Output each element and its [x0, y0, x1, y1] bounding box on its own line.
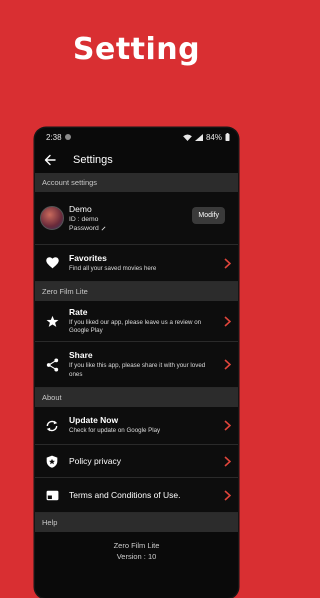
section-account-settings: Account settings	[35, 173, 238, 192]
modify-button[interactable]: Modify	[192, 207, 225, 224]
chevron-right-icon	[223, 359, 231, 370]
section-help: Help	[35, 513, 238, 532]
toolbar: Settings	[35, 146, 238, 173]
rate-title: Rate	[69, 306, 88, 317]
update-title: Update Now	[69, 415, 119, 426]
card-icon	[46, 490, 58, 500]
status-bar: 2:38 84%	[35, 128, 238, 146]
favorites-title: Favorites	[69, 252, 107, 263]
notification-icon	[64, 134, 71, 140]
terms-row[interactable]: Terms and Conditions of Use.	[35, 478, 238, 513]
update-row[interactable]: Update Now Check for update on Google Pl…	[35, 407, 238, 445]
rate-subtitle: If you liked our app, please leave us a …	[69, 318, 202, 334]
chevron-right-icon	[223, 315, 231, 327]
favorites-row[interactable]: Favorites Find all your saved movies her…	[35, 245, 238, 282]
policy-title: Policy privacy	[69, 456, 121, 466]
chevron-right-icon	[223, 420, 231, 431]
star-icon	[46, 315, 58, 327]
favorites-subtitle: Find all your saved movies here	[69, 264, 157, 272]
phone-screen: 2:38 84% Settings Account settings Demo …	[35, 128, 238, 598]
share-title: Share	[69, 350, 93, 361]
share-icon	[46, 358, 58, 371]
chevron-right-icon	[223, 489, 231, 501]
password-label: Password	[69, 225, 99, 232]
share-subtitle: If you like this app, please share it wi…	[69, 362, 206, 378]
battery-text: 84%	[205, 132, 222, 142]
footer-version: Version : 10	[116, 552, 157, 562]
shield-icon	[46, 455, 58, 468]
status-time: 2:38	[46, 132, 62, 142]
terms-title: Terms and Conditions of Use.	[69, 490, 181, 500]
battery-icon	[225, 133, 230, 141]
update-subtitle: Check for update on Google Play	[69, 427, 161, 435]
chevron-right-icon	[223, 257, 231, 269]
wifi-icon	[183, 133, 192, 141]
signal-icon	[194, 133, 203, 141]
avatar	[40, 206, 64, 230]
rate-row[interactable]: Rate If you liked our app, please leave …	[35, 301, 238, 342]
section-about: About	[35, 388, 238, 407]
back-arrow-icon	[44, 154, 56, 165]
chevron-right-icon	[223, 455, 231, 467]
sync-icon	[46, 420, 58, 431]
heart-icon	[45, 257, 59, 269]
footer-app-name: Zero Film Lite	[113, 541, 160, 550]
account-row: Demo ID : demo Password Modify	[35, 192, 238, 245]
policy-row[interactable]: Policy privacy	[35, 445, 238, 478]
account-password: Password	[69, 225, 238, 232]
back-button[interactable]	[44, 153, 58, 167]
page-title: Settings	[73, 153, 113, 166]
pencil-icon	[101, 226, 106, 231]
share-row[interactable]: Share If you like this app, please share…	[35, 342, 238, 388]
banner-title: Setting	[72, 32, 201, 67]
section-zero-film-lite: Zero Film Lite	[35, 282, 238, 301]
app-footer: Zero Film Lite Version : 10	[35, 540, 238, 563]
